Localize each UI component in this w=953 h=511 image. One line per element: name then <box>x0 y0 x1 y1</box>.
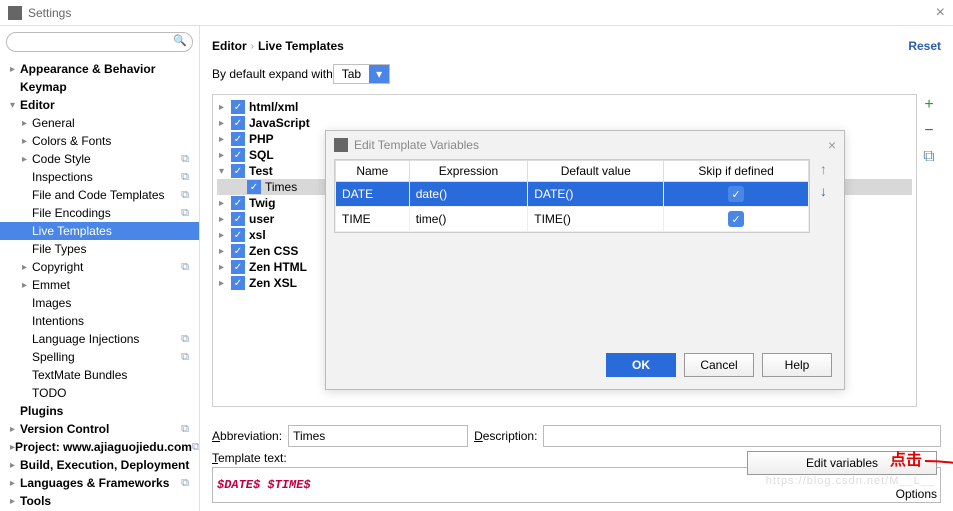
project-scope-icon: ⧉ <box>181 423 189 436</box>
search-input[interactable] <box>6 32 193 52</box>
checkbox-icon[interactable]: ✓ <box>231 164 245 178</box>
template-group[interactable]: ▸✓JavaScript <box>217 115 912 131</box>
template-group[interactable]: ▸✓html/xml <box>217 99 912 115</box>
expand-with-select[interactable]: Tab▾ <box>333 64 390 84</box>
options-label[interactable]: Options <box>896 487 937 501</box>
sidebar-item[interactable]: ▸Tools <box>0 492 199 510</box>
window-close-icon[interactable]: × <box>936 4 945 22</box>
description-input[interactable] <box>543 425 941 447</box>
dialog-close-icon[interactable]: × <box>828 137 836 153</box>
project-scope-icon: ⧉ <box>181 261 189 274</box>
variables-table[interactable]: Name Expression Default value Skip if de… <box>334 159 810 233</box>
checkbox-icon[interactable]: ✓ <box>231 276 245 290</box>
checkbox-icon[interactable]: ✓ <box>231 132 245 146</box>
col-name: Name <box>336 161 410 182</box>
sidebar-item[interactable]: File and Code Templates⧉ <box>0 186 199 204</box>
sidebar-item[interactable]: File Encodings⧉ <box>0 204 199 222</box>
project-scope-icon: ⧉ <box>181 207 189 220</box>
duplicate-icon[interactable]: ⧉ <box>923 148 934 166</box>
checkbox-icon[interactable]: ✓ <box>231 100 245 114</box>
ok-button[interactable]: OK <box>606 353 676 377</box>
sidebar-item[interactable]: Plugins <box>0 402 199 420</box>
project-scope-icon: ⧉ <box>181 333 189 346</box>
breadcrumb-sep: › <box>251 41 254 52</box>
sidebar-item[interactable]: ▸General <box>0 114 199 132</box>
sidebar-item[interactable]: ▸Project: www.ajiaguojiedu.com⧉ <box>0 438 199 456</box>
annotation-text: 点击 <box>890 446 922 470</box>
sidebar-item[interactable]: ▸Copyright⧉ <box>0 258 199 276</box>
checkbox-icon[interactable]: ✓ <box>231 148 245 162</box>
sidebar-item[interactable]: File Types <box>0 240 199 258</box>
sidebar-item[interactable]: TODO <box>0 384 199 402</box>
sidebar-item[interactable]: Keymap <box>0 78 199 96</box>
dialog-title: Edit Template Variables <box>354 138 479 152</box>
project-scope-icon: ⧉ <box>181 477 189 490</box>
description-label: Description: <box>474 429 537 443</box>
help-button[interactable]: Help <box>762 353 832 377</box>
window-title: Settings <box>28 6 71 20</box>
project-scope-icon: ⧉ <box>181 189 189 202</box>
sidebar-item[interactable]: ▸Code Style⧉ <box>0 150 199 168</box>
cancel-button[interactable]: Cancel <box>684 353 754 377</box>
checkbox-icon[interactable]: ✓ <box>231 212 245 226</box>
skip-checkbox[interactable]: ✓ <box>728 211 744 227</box>
expand-label: By default expand with <box>212 67 333 81</box>
col-expression: Expression <box>409 161 528 182</box>
project-scope-icon: ⧉ <box>181 153 189 166</box>
sidebar-item[interactable]: Images <box>0 294 199 312</box>
checkbox-icon[interactable]: ✓ <box>231 116 245 130</box>
checkbox-icon[interactable]: ✓ <box>231 260 245 274</box>
checkbox-icon[interactable]: ✓ <box>231 196 245 210</box>
sidebar-item[interactable]: ▸Emmet <box>0 276 199 294</box>
sidebar-item[interactable]: ▸Build, Execution, Deployment <box>0 456 199 474</box>
remove-icon[interactable]: − <box>924 122 933 140</box>
app-icon <box>8 6 22 20</box>
add-icon[interactable]: + <box>924 96 933 114</box>
project-scope-icon: ⧉ <box>181 351 189 364</box>
col-default: Default value <box>528 161 664 182</box>
sidebar-item[interactable]: ▸Languages & Frameworks⧉ <box>0 474 199 492</box>
abbreviation-label: Abbreviation: <box>212 429 282 443</box>
move-down-icon[interactable]: ↓ <box>820 183 827 199</box>
move-up-icon[interactable]: ↑ <box>820 161 827 177</box>
edit-template-variables-dialog: Edit Template Variables × Name Expressio… <box>325 130 845 390</box>
project-scope-icon: ⧉ <box>181 171 189 184</box>
sidebar-item[interactable]: ▸Appearance & Behavior <box>0 60 199 78</box>
checkbox-icon[interactable]: ✓ <box>247 180 261 194</box>
breadcrumb-live-templates: Live Templates <box>258 39 344 53</box>
sidebar-item[interactable]: Live Templates <box>0 222 199 240</box>
reset-link[interactable]: Reset <box>908 39 941 53</box>
checkbox-icon[interactable]: ✓ <box>231 228 245 242</box>
sidebar-item[interactable]: TextMate Bundles <box>0 366 199 384</box>
search-icon: 🔍 <box>173 34 187 47</box>
sidebar-item[interactable]: Spelling⧉ <box>0 348 199 366</box>
abbreviation-input[interactable] <box>288 425 468 447</box>
skip-checkbox[interactable]: ✓ <box>728 186 744 202</box>
sidebar-item[interactable]: Inspections⧉ <box>0 168 199 186</box>
col-skip: Skip if defined <box>664 161 809 182</box>
checkbox-icon[interactable]: ✓ <box>231 244 245 258</box>
variable-row[interactable]: DATEdate()DATE()✓ <box>336 182 809 207</box>
sidebar-item[interactable]: ▾Editor <box>0 96 199 114</box>
sidebar-item[interactable]: ▸Version Control⧉ <box>0 420 199 438</box>
chevron-down-icon: ▾ <box>369 65 389 83</box>
dialog-icon <box>334 138 348 152</box>
breadcrumb-editor[interactable]: Editor <box>212 39 247 53</box>
project-scope-icon: ⧉ <box>192 441 199 454</box>
sidebar-item[interactable]: Language Injections⧉ <box>0 330 199 348</box>
settings-tree[interactable]: ▸Appearance & BehaviorKeymap▾Editor▸Gene… <box>0 58 199 511</box>
variable-row[interactable]: TIMEtime()TIME()✓ <box>336 207 809 232</box>
sidebar-item[interactable]: Intentions <box>0 312 199 330</box>
sidebar-item[interactable]: ▸Colors & Fonts <box>0 132 199 150</box>
